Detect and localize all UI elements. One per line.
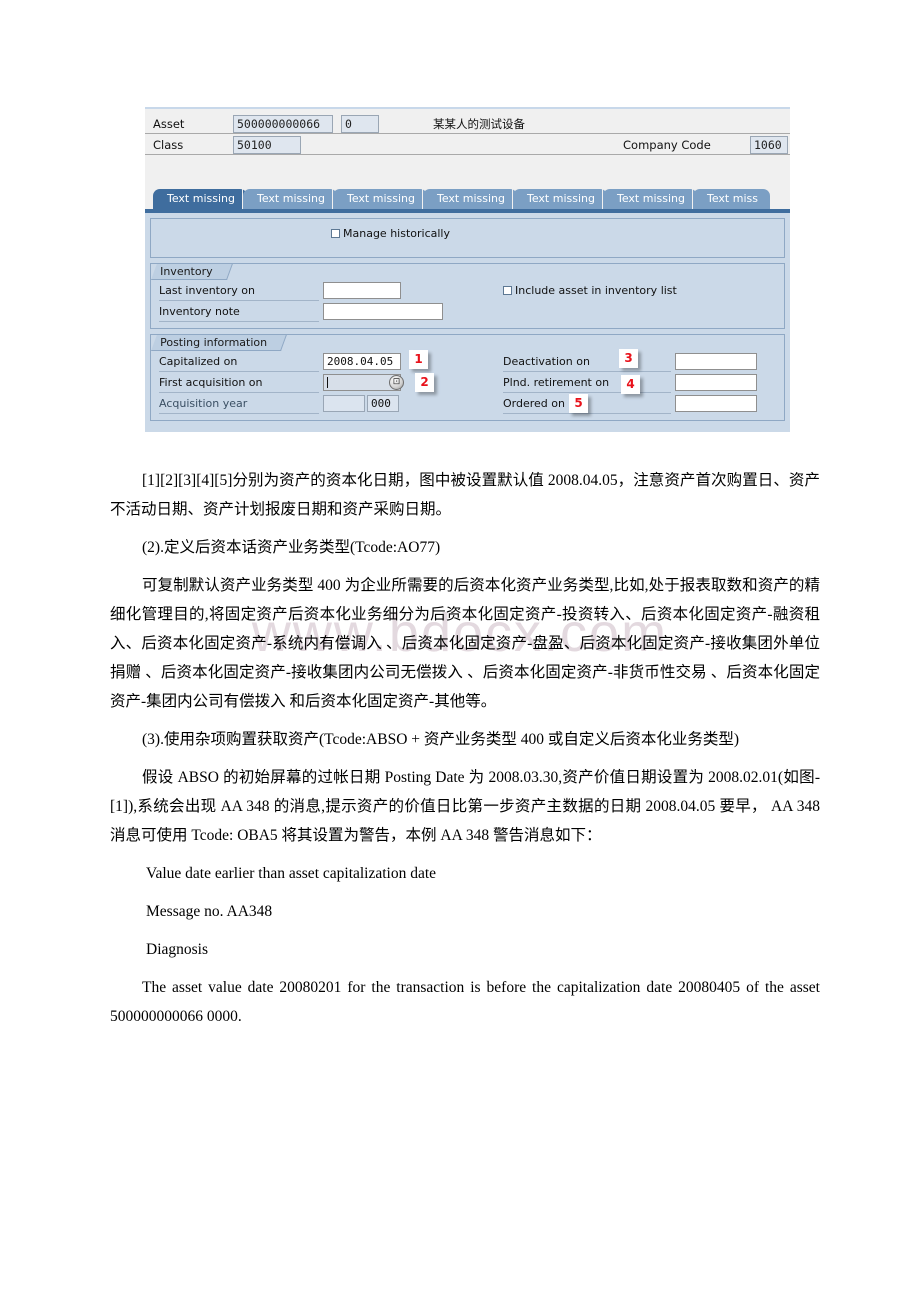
callout-1: 1 [409, 350, 428, 369]
tab-item-2[interactable]: Text missing [332, 189, 427, 209]
include-asset-label: Include asset in inventory list [515, 284, 677, 297]
last-inventory-label: Last inventory on [159, 284, 255, 297]
paragraph-section-3-heading: (3).使用杂项购置获取资产(Tcode:ABSO + 资产业务类型 400 或… [142, 731, 740, 748]
asset-header-area: Asset 500000000066 0 某某人的测试设备 Class 5010… [145, 109, 790, 189]
callout-4: 4 [621, 375, 640, 394]
callout-5: 5 [569, 394, 588, 413]
manage-historically-checkbox[interactable] [331, 229, 340, 238]
class-row: Class 50100 Company Code 1060 [145, 136, 790, 155]
capitalized-on-label: Capitalized on [159, 355, 238, 368]
tab-item-0[interactable]: Text missing [152, 189, 247, 209]
inventory-group: Inventory Last inventory on Include asse… [150, 263, 785, 329]
posting-information-group: Posting information Capitalized on 2008.… [150, 334, 785, 421]
inventory-note-label-underline [159, 321, 319, 322]
paragraph-callout-legend: [1][2][3][4][5]分别为资产的资本化日期，图中被设置默认值 2008… [110, 472, 820, 518]
general-group: Manage historically [150, 218, 785, 258]
plnd-retirement-label-underline [503, 392, 671, 393]
ordered-on-label-underline [503, 413, 671, 414]
include-asset-checkbox[interactable] [503, 286, 512, 295]
asset-row-divider [145, 133, 790, 134]
class-row-divider [145, 154, 790, 155]
deactivation-on-input[interactable] [675, 353, 757, 370]
tab-strip: Text missing Text missing Text missing Text… [145, 189, 790, 209]
ordered-on-input[interactable] [675, 395, 757, 412]
paragraph-section-2-body: 可复制默认资产业务类型 400 为企业所需要的后资本化资产业务类型,比如,处于报… [110, 577, 820, 710]
paragraph-message-number: Message no. AA348 [146, 903, 273, 920]
tab-item-3[interactable]: Text missing [422, 189, 517, 209]
sap-asset-master-screenshot: Asset 500000000066 0 某某人的测试设备 Class 5010… [145, 107, 790, 432]
search-help-icon[interactable]: ⊡ [389, 375, 404, 390]
paragraph-message-title: Value date earlier than asset capitaliza… [146, 865, 437, 882]
first-acquisition-label: First acquisition on [159, 376, 263, 389]
tab-content-panel: Manage historically Inventory Last inven… [145, 213, 790, 432]
tab-item-6[interactable]: Text miss [692, 189, 770, 209]
company-code-input[interactable]: 1060 [750, 136, 788, 154]
plnd-retirement-input[interactable] [675, 374, 757, 391]
capitalized-on-row: Capitalized on 2008.04.05 1 Deactivation… [151, 349, 784, 373]
paragraph-message-body: The asset value date 20080201 for the tr… [110, 979, 820, 1025]
asset-subnumber-input[interactable]: 0 [341, 115, 379, 133]
deactivation-on-label-underline [503, 371, 671, 372]
callout-3: 3 [619, 349, 638, 368]
capitalized-on-label-underline [159, 371, 319, 372]
paragraph-section-3-body: 假设 ABSO 的初始屏幕的过帐日期 Posting Date 为 2008.0… [110, 769, 820, 844]
last-inventory-label-underline [159, 300, 319, 301]
acquisition-year-label: Acquisition year [159, 397, 248, 410]
acquisition-period-input: 000 [367, 395, 399, 412]
last-inventory-row: Last inventory on Include asset in inven… [151, 281, 784, 302]
paragraph-section-2-heading: (2).定义后资本话资产业务类型(Tcode:AO77) [142, 539, 441, 556]
ordered-on-label: Ordered on [503, 397, 565, 410]
class-label: Class [153, 138, 184, 152]
text-caret [327, 377, 328, 388]
manage-historically-label: Manage historically [343, 227, 450, 240]
posting-information-group-content: Capitalized on 2008.04.05 1 Deactivation… [151, 335, 784, 420]
first-acquisition-label-underline [159, 392, 319, 393]
acquisition-year-row: Acquisition year 000 Ordered on 5 [151, 394, 784, 415]
deactivation-on-label: Deactivation on [503, 355, 590, 368]
tab-item-5[interactable]: Text missing [602, 189, 697, 209]
inventory-note-row: Inventory note [151, 302, 784, 323]
inventory-group-content: Last inventory on Include asset in inven… [151, 264, 784, 328]
plnd-retirement-label: Plnd. retirement on [503, 376, 610, 389]
last-inventory-input[interactable] [323, 282, 401, 299]
inventory-note-label: Inventory note [159, 305, 240, 318]
asset-number-input[interactable]: 500000000066 [233, 115, 333, 133]
inventory-note-input[interactable] [323, 303, 443, 320]
header-spacer [145, 157, 790, 179]
asset-description-text: 某某人的测试设备 [433, 117, 525, 131]
manage-historically-row[interactable]: Manage historically [151, 219, 784, 245]
company-code-label: Company Code [623, 138, 711, 152]
acquisition-year-input [323, 395, 365, 412]
asset-label: Asset [153, 117, 185, 131]
first-acquisition-row: First acquisition on ⊡ 2 Plnd. retiremen… [151, 373, 784, 394]
tab-item-1[interactable]: Text missing [242, 189, 337, 209]
capitalized-on-input[interactable]: 2008.04.05 [323, 353, 401, 370]
asset-row: Asset 500000000066 0 某某人的测试设备 [145, 115, 790, 134]
class-input[interactable]: 50100 [233, 136, 301, 154]
tab-item-4[interactable]: Text missing [512, 189, 607, 209]
document-body: [1][2][3][4][5]分别为资产的资本化日期，图中被设置默认值 2008… [110, 466, 820, 1040]
callout-2: 2 [415, 373, 434, 392]
acquisition-year-label-underline [159, 413, 319, 414]
include-asset-checkbox-wrap[interactable]: Include asset in inventory list [503, 284, 677, 297]
paragraph-message-diagnosis: Diagnosis [146, 941, 208, 958]
